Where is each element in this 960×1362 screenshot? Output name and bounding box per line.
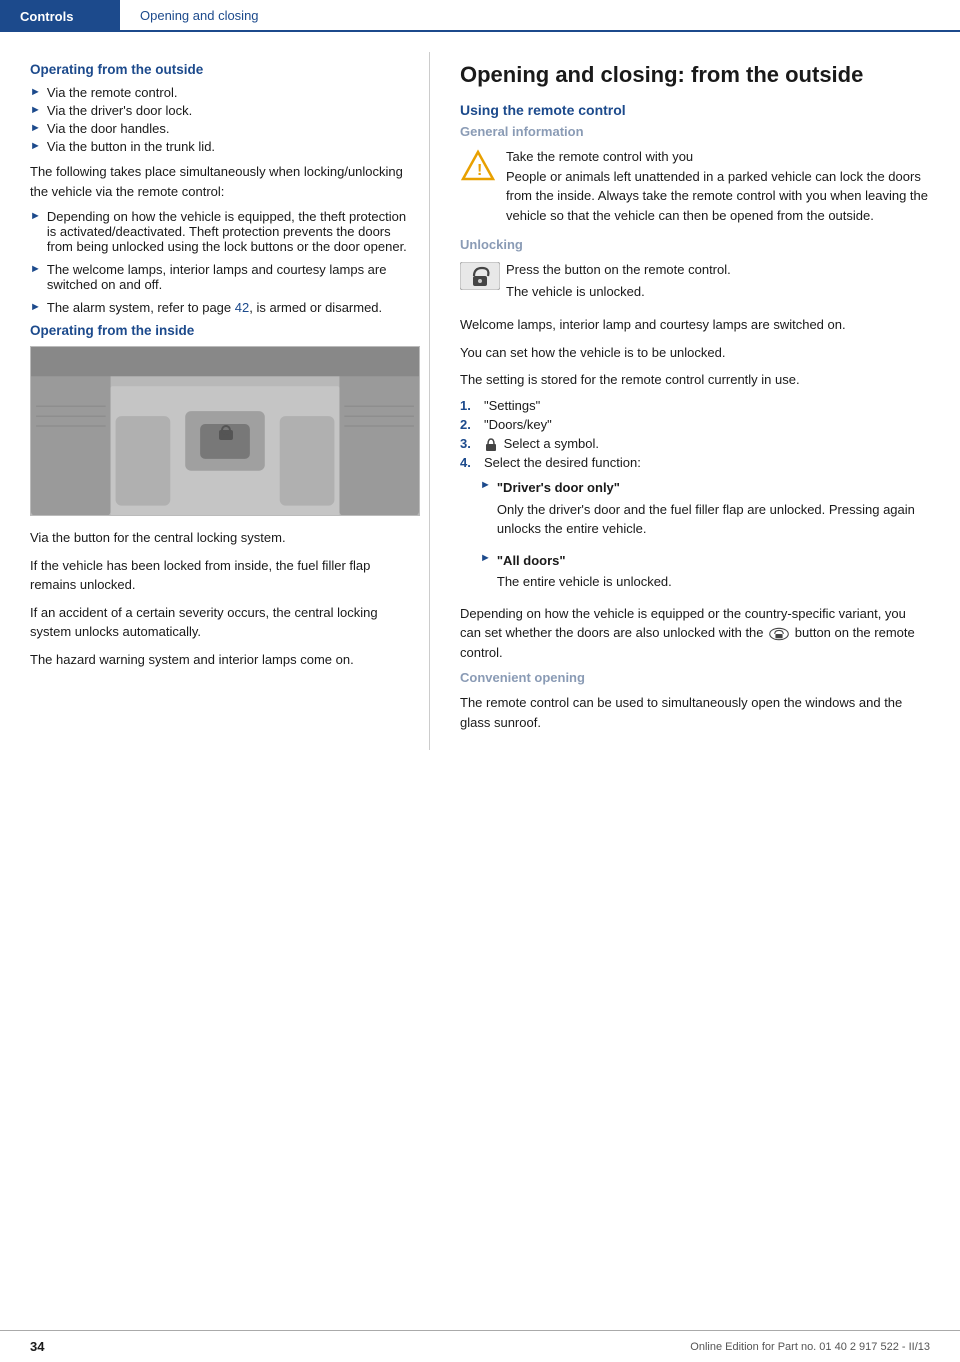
bullet-arrow-icon: ►: [480, 479, 491, 491]
list-item: 1. "Settings": [460, 398, 930, 413]
right-column: Opening and closing: from the outside Us…: [430, 52, 960, 750]
page-footer: 34 Online Edition for Part no. 01 40 2 9…: [0, 1330, 960, 1362]
header-section-tab: Opening and closing: [120, 0, 960, 32]
bullet-text: Via the door handles.: [47, 121, 170, 136]
numbered-list: 1. "Settings" 2. "Doors/key" 3. Select a…: [460, 398, 930, 471]
bullet-text: Via the remote control.: [47, 85, 178, 100]
sub-option-1: ► "Driver's door only" Only the driver's…: [480, 478, 930, 547]
unlocking-subtitle: Unlocking: [460, 237, 930, 252]
unlock-text: Press the button on the remote control. …: [506, 260, 731, 309]
using-remote-title: Using the remote control: [460, 102, 930, 118]
outside-bullet-list: ► Via the remote control. ► Via the driv…: [30, 85, 409, 154]
warning-icon: !: [460, 149, 496, 185]
bullet-arrow-icon: ►: [30, 122, 41, 134]
inside-body1: Via the button for the central locking s…: [30, 528, 409, 548]
bullet-text: The alarm system, refer to page 42, is a…: [47, 300, 382, 315]
num-item-3: Select a symbol.: [484, 436, 599, 452]
sub-options: ► "Driver's door only" Only the driver's…: [460, 478, 930, 600]
right-body2: You can set how the vehicle is to be unl…: [460, 343, 930, 363]
page-number: 34: [30, 1339, 44, 1354]
bullet-text: Via the button in the trunk lid.: [47, 139, 215, 154]
svg-text:!: !: [477, 162, 482, 179]
lock-icon: [484, 437, 498, 451]
page-header: Controls Opening and closing: [0, 0, 960, 32]
interior-image-inner: [31, 347, 419, 515]
warning-box: ! Take the remote control with you Peopl…: [460, 147, 930, 225]
inside-section-title: Operating from the inside: [30, 323, 409, 338]
inside-body4: The hazard warning system and interior l…: [30, 650, 409, 670]
interior-image: [30, 346, 420, 516]
list-item: 4. Select the desired function:: [460, 455, 930, 470]
warning-text: Take the remote control with you People …: [506, 147, 930, 225]
num-item-1: "Settings": [484, 398, 540, 413]
outside-detail-bullet-list: ► Depending on how the vehicle is equipp…: [30, 209, 409, 315]
num-item-2: "Doors/key": [484, 417, 552, 432]
list-item: ► Via the door handles.: [30, 121, 409, 136]
right-body5: The remote control can be used to simult…: [460, 693, 930, 732]
bullet-arrow-icon: ►: [480, 552, 491, 564]
list-item: ► Via the button in the trunk lid.: [30, 139, 409, 154]
list-item: ► Depending on how the vehicle is equipp…: [30, 209, 409, 254]
sub-option-drivers-label: "Driver's door only": [497, 478, 930, 498]
right-body3: The setting is stored for the remote con…: [460, 370, 930, 390]
sub-option-2: ► "All doors" The entire vehicle is unlo…: [480, 551, 930, 600]
sub-option-alldoors-label: "All doors": [497, 551, 672, 571]
list-item: 2. "Doors/key": [460, 417, 930, 432]
bullet-arrow-icon: ►: [30, 104, 41, 116]
inside-body3: If an accident of a certain severity occ…: [30, 603, 409, 642]
interior-svg: [31, 346, 419, 516]
list-item: ► Via the remote control.: [30, 85, 409, 100]
warning-line2: People or animals left unattended in a p…: [506, 169, 928, 223]
num-item-4: Select the desired function:: [484, 455, 641, 470]
list-item: ► Via the driver's door lock.: [30, 103, 409, 118]
list-item: 3. Select a symbol.: [460, 436, 930, 452]
car-unlock-icon: [769, 627, 789, 641]
unlock-text1: Press the button on the remote control.: [506, 260, 731, 280]
sub-option-drivers-text: Only the driver's door and the fuel fill…: [497, 500, 930, 539]
sub-option-alldoors-text: The entire vehicle is unlocked.: [497, 572, 672, 592]
bullet-arrow-icon: ►: [30, 210, 41, 222]
right-body4: Depending on how the vehicle is equipped…: [460, 604, 930, 663]
left-column: Operating from the outside ► Via the rem…: [0, 52, 430, 750]
bullet-text: The welcome lamps, interior lamps and co…: [47, 262, 409, 292]
following-text: The following takes place simultaneously…: [30, 162, 409, 201]
unlock-icon: [460, 262, 496, 290]
main-content: Operating from the outside ► Via the rem…: [0, 32, 960, 770]
bullet-text: Depending on how the vehicle is equipped…: [47, 209, 409, 254]
controls-label: Controls: [20, 9, 73, 24]
bullet-arrow-icon: ►: [30, 86, 41, 98]
general-info-subtitle: General information: [460, 124, 930, 139]
inside-body2: If the vehicle has been locked from insi…: [30, 556, 409, 595]
page-link[interactable]: 42: [235, 300, 249, 315]
right-body1: Welcome lamps, interior lamp and courtes…: [460, 315, 930, 335]
list-item: ► The alarm system, refer to page 42, is…: [30, 300, 409, 315]
bullet-arrow-icon: ►: [30, 140, 41, 152]
section-label: Opening and closing: [140, 8, 259, 23]
header-controls-tab: Controls: [0, 0, 120, 32]
warning-line1: Take the remote control with you: [506, 149, 693, 164]
unlock-text2: The vehicle is unlocked.: [506, 282, 731, 302]
bullet-arrow-icon: ►: [30, 301, 41, 313]
bullet-text: Via the driver's door lock.: [47, 103, 192, 118]
list-item: ► The welcome lamps, interior lamps and …: [30, 262, 409, 292]
unlock-box: Press the button on the remote control. …: [460, 260, 930, 309]
outside-section-title: Operating from the outside: [30, 62, 409, 77]
convenient-opening-subtitle: Convenient opening: [460, 670, 930, 685]
page-title: Opening and closing: from the outside: [460, 62, 930, 88]
footer-info: Online Edition for Part no. 01 40 2 917 …: [690, 1341, 930, 1353]
bullet-arrow-icon: ►: [30, 263, 41, 275]
